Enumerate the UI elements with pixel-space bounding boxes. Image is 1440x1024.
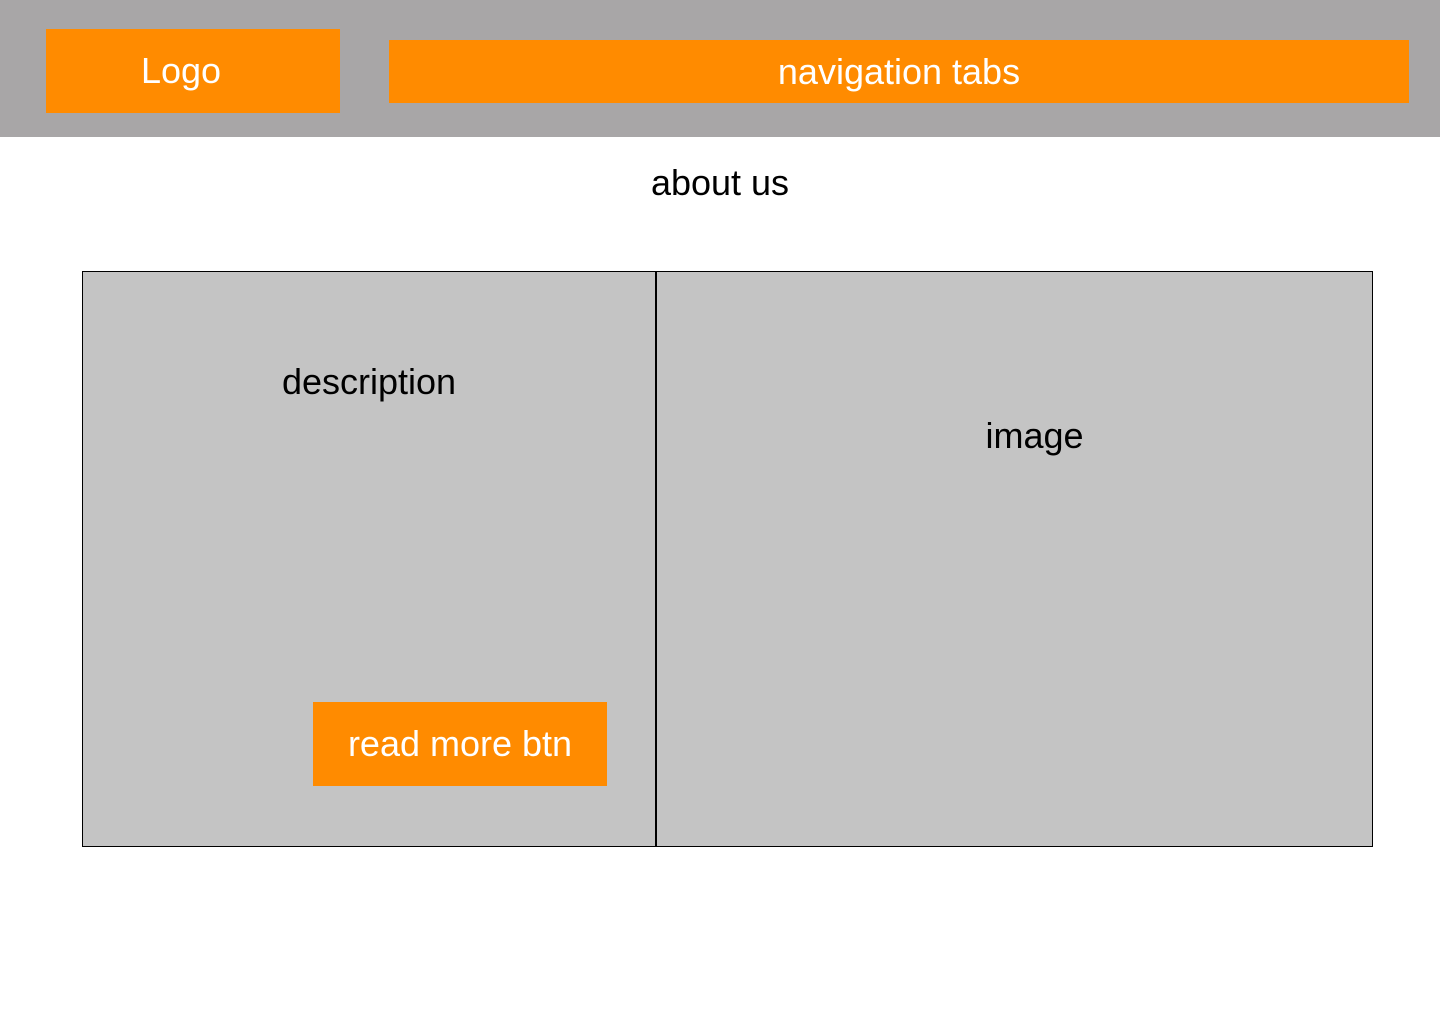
header-bar: Logo navigation tabs xyxy=(0,0,1440,137)
image-placeholder: image xyxy=(657,272,1372,846)
page-title: about us xyxy=(650,162,790,203)
logo[interactable]: Logo xyxy=(46,29,340,113)
description-panel: description read more btn xyxy=(83,272,657,846)
navigation-tabs[interactable]: navigation tabs xyxy=(389,40,1409,103)
read-more-button[interactable]: read more btn xyxy=(313,702,607,786)
description-text: description xyxy=(281,361,457,402)
navigation-tabs-label: navigation tabs xyxy=(777,50,1021,92)
about-content-panel: description read more btn image xyxy=(82,271,1373,847)
image-label: image xyxy=(985,415,1084,456)
logo-label: Logo xyxy=(140,50,222,91)
